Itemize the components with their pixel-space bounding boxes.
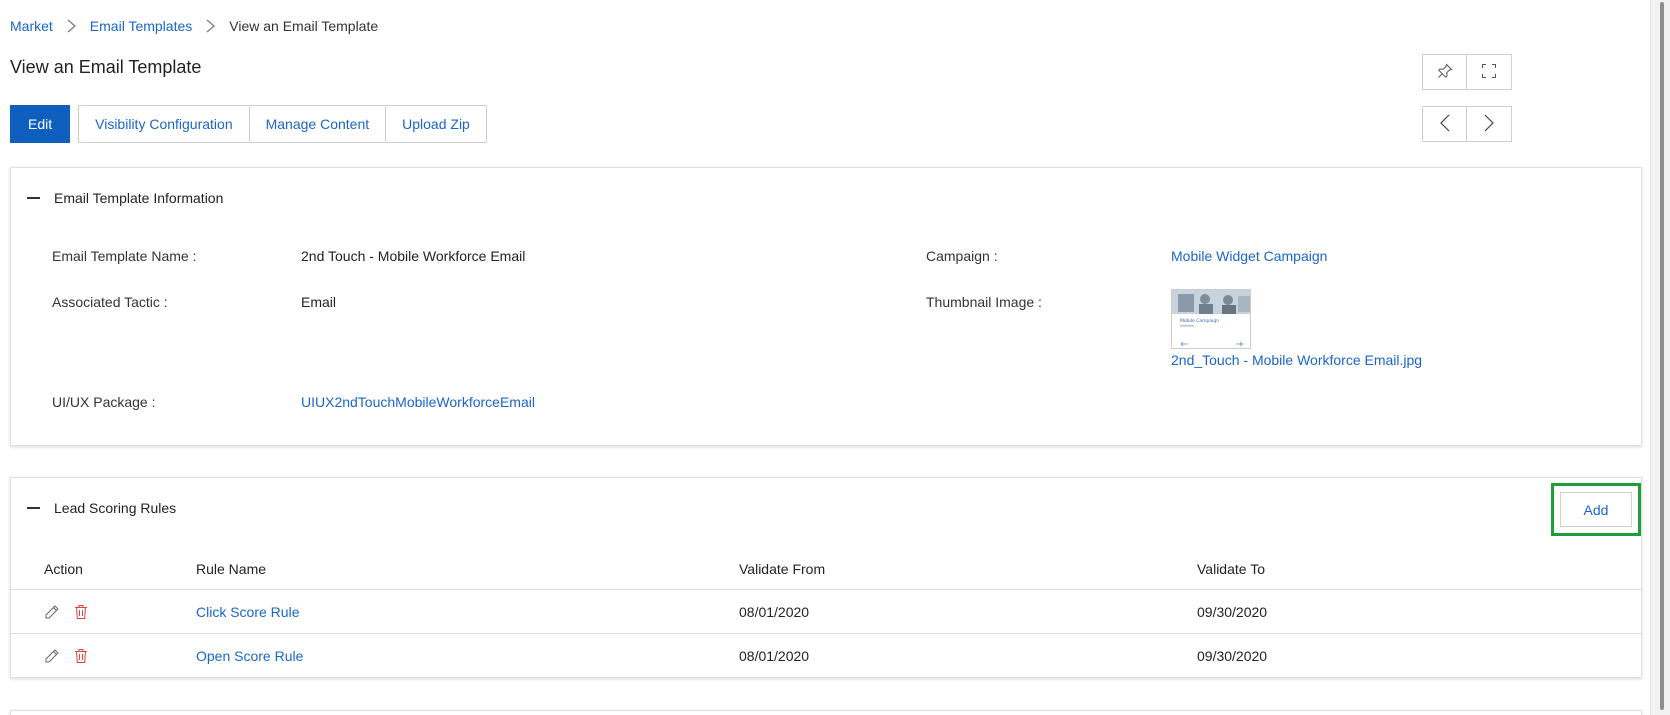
associated-tactic-label: Associated Tactic : <box>52 294 168 310</box>
next-record-button[interactable] <box>1467 106 1512 142</box>
page-title: View an Email Template <box>10 57 202 77</box>
add-button-highlight: Add <box>1551 483 1641 536</box>
email-template-information-panel: Email Template Information Email Templat… <box>10 167 1642 446</box>
chevron-right-icon <box>67 19 76 33</box>
column-header-validate-from[interactable]: Validate From <box>739 548 825 589</box>
fullscreen-button[interactable] <box>1467 54 1512 90</box>
breadcrumb-current: View an Email Template <box>229 18 379 34</box>
scrollbar-thumb[interactable] <box>1660 2 1664 710</box>
section-title: Lead Scoring Rules <box>54 500 177 516</box>
validate-from-cell: 08/01/2020 <box>739 648 810 664</box>
upload-zip-button[interactable]: Upload Zip <box>386 105 487 143</box>
previous-record-button[interactable] <box>1422 106 1467 142</box>
edit-pencil-icon[interactable] <box>44 648 60 664</box>
validate-to-cell: 09/30/2020 <box>1197 603 1268 620</box>
table-row: Open Score Rule 08/01/2020 09/30/2020 <box>11 634 1641 678</box>
column-header-validate-to[interactable]: Validate To <box>1197 548 1265 589</box>
add-rule-button[interactable]: Add <box>1560 492 1632 527</box>
collapse-icon[interactable] <box>27 197 40 199</box>
section-header[interactable]: Email Template Information <box>27 190 223 206</box>
column-header-rule-name[interactable]: Rule Name <box>196 548 266 589</box>
edit-button[interactable]: Edit <box>10 105 71 143</box>
associated-tactic-value: Email <box>301 294 337 310</box>
manage-content-button[interactable]: Manage Content <box>249 105 387 143</box>
visibility-configuration-button[interactable]: Visibility Configuration <box>78 105 250 143</box>
delete-trash-icon[interactable] <box>74 648 88 664</box>
validate-to-cell: 09/30/2020 <box>1197 648 1268 664</box>
edit-pencil-icon[interactable] <box>44 604 60 620</box>
thumbnail-image-label: Thumbnail Image : <box>926 294 1042 310</box>
section-title: Email Template Information <box>54 190 224 206</box>
pin-icon <box>1437 63 1453 82</box>
page: Market Email Templates View an Email Tem… <box>0 0 1650 715</box>
fullscreen-icon <box>1481 63 1497 82</box>
thumbnail-caption: Mobile Campaign <box>1180 318 1219 324</box>
action-toolbar: Edit Visibility Configuration Manage Con… <box>10 105 487 143</box>
chevron-right-icon <box>1484 114 1494 135</box>
rule-name-link[interactable]: Open Score Rule <box>196 634 303 678</box>
record-navigation <box>1422 106 1512 142</box>
uiux-package-label: UI/UX Package : <box>52 394 156 410</box>
chevron-left-icon <box>1439 114 1450 135</box>
column-header-action: Action <box>44 560 83 577</box>
table-row: Click Score Rule 08/01/2020 09/30/2020 <box>11 590 1641 634</box>
chevron-right-icon <box>206 19 216 33</box>
lead-scoring-table: Action Rule Name Validate From Validate … <box>11 548 1641 678</box>
uiux-package-link[interactable]: UIUX2ndTouchMobileWorkforceEmail <box>301 394 535 410</box>
template-name-value: 2nd Touch - Mobile Workforce Email <box>301 248 526 264</box>
view-tools <box>1422 54 1512 90</box>
delete-trash-icon[interactable] <box>74 604 88 620</box>
validate-from-cell: 08/01/2020 <box>739 603 810 620</box>
section-header[interactable]: Lead Scoring Rules <box>27 500 176 516</box>
vertical-scrollbar[interactable] <box>1650 0 1670 715</box>
row-actions <box>44 590 88 633</box>
template-name-label: Email Template Name : <box>52 248 197 264</box>
thumbnail-file-link[interactable]: 2nd_Touch - Mobile Workforce Email.jpg <box>1171 352 1422 368</box>
row-actions <box>44 634 88 678</box>
pin-button[interactable] <box>1422 54 1467 90</box>
campaign-label: Campaign : <box>926 248 998 264</box>
thumbnail-image[interactable]: Mobile Campaign <box>1171 289 1251 349</box>
lead-scoring-rules-panel: Lead Scoring Rules Add Action Rule Name … <box>10 477 1642 678</box>
collapse-icon[interactable] <box>27 507 40 509</box>
next-section-panel <box>10 710 1642 715</box>
thumbnail-preview-icon: Mobile Campaign <box>1172 290 1250 348</box>
breadcrumb-market[interactable]: Market <box>10 18 53 34</box>
breadcrumb: Market Email Templates View an Email Tem… <box>10 18 378 34</box>
breadcrumb-email-templates[interactable]: Email Templates <box>90 18 192 34</box>
campaign-link[interactable]: Mobile Widget Campaign <box>1171 248 1327 264</box>
table-header: Action Rule Name Validate From Validate … <box>11 548 1641 590</box>
rule-name-link[interactable]: Click Score Rule <box>196 590 299 633</box>
